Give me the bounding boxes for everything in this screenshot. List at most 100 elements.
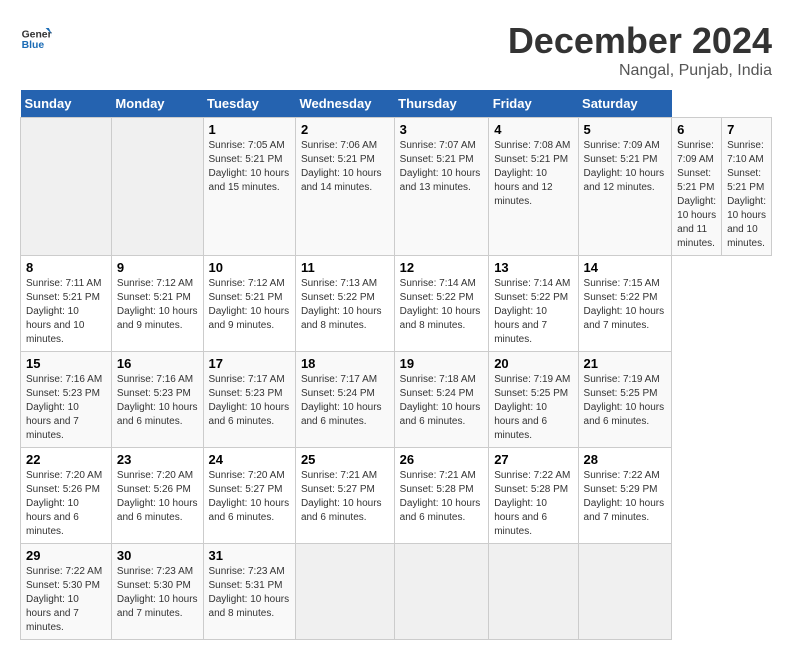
calendar-cell: 19 Sunrise: 7:18 AMSunset: 5:24 PMDayligh… [394,352,489,448]
day-number: 23 [117,452,198,467]
weekday-header-monday: Monday [111,90,203,118]
weekday-header-saturday: Saturday [578,90,672,118]
day-info: Sunrise: 7:19 AMSunset: 5:25 PMDaylight:… [584,373,667,429]
calendar-cell: 23 Sunrise: 7:20 AMSunset: 5:26 PMDayligh… [111,448,203,544]
weekday-header-sunday: Sunday [21,90,112,118]
calendar-cell: 29Sunrise: 7:22 AMSunset: 5:30 PMDayligh… [21,544,112,640]
day-number: 6 [677,122,716,137]
day-number: 31 [209,548,290,563]
calendar-cell: 11 Sunrise: 7:13 AMSunset: 5:22 PMDayligh… [295,256,394,352]
day-number: 30 [117,548,198,563]
day-number: 9 [117,260,198,275]
calendar-cell: 17 Sunrise: 7:17 AMSunset: 5:23 PMDayligh… [203,352,295,448]
calendar-cell: 24 Sunrise: 7:20 AMSunset: 5:27 PMDayligh… [203,448,295,544]
day-info: Sunrise: 7:22 AMSunset: 5:29 PMDaylight:… [584,469,667,525]
day-info: Sunrise: 7:23 AMSunset: 5:31 PMDaylight:… [209,565,290,621]
day-info: Sunrise: 7:20 AMSunset: 5:26 PMDaylight:… [26,469,106,539]
calendar-cell: 12Sunrise: 7:14 AMSunset: 5:22 PMDayligh… [394,256,489,352]
day-number: 3 [400,122,484,137]
day-number: 12 [400,260,484,275]
logo-icon: General Blue [20,20,52,52]
day-info: Sunrise: 7:17 AMSunset: 5:23 PMDaylight:… [209,373,290,429]
day-number: 1 [209,122,290,137]
calendar-cell: 15Sunrise: 7:16 AMSunset: 5:23 PMDayligh… [21,352,112,448]
calendar-cell: 2 Sunrise: 7:06 AMSunset: 5:21 PMDaylight… [295,118,394,256]
day-info: Sunrise: 7:20 AMSunset: 5:27 PMDaylight:… [209,469,290,525]
calendar-cell: 10 Sunrise: 7:12 AMSunset: 5:21 PMDayligh… [203,256,295,352]
day-number: 29 [26,548,106,563]
day-number: 10 [209,260,290,275]
calendar-cell: 20 Sunrise: 7:19 AMSunset: 5:25 PMDayligh… [489,352,578,448]
day-number: 19 [400,356,484,371]
calendar-cell: 1 Sunrise: 7:05 AMSunset: 5:21 PMDaylight… [203,118,295,256]
calendar-cell: 9 Sunrise: 7:12 AMSunset: 5:21 PMDaylight… [111,256,203,352]
day-info: Sunrise: 7:12 AMSunset: 5:21 PMDaylight:… [117,277,198,333]
day-info: Sunrise: 7:23 AMSunset: 5:30 PMDaylight:… [117,565,198,621]
calendar-cell: 5 Sunrise: 7:09 AMSunset: 5:21 PMDaylight… [578,118,672,256]
day-number: 11 [301,260,389,275]
calendar-week-row: 29Sunrise: 7:22 AMSunset: 5:30 PMDayligh… [21,544,772,640]
day-number: 20 [494,356,572,371]
calendar-cell: 21Sunrise: 7:19 AMSunset: 5:25 PMDayligh… [578,352,672,448]
calendar-cell: 27 Sunrise: 7:22 AMSunset: 5:28 PMDayligh… [489,448,578,544]
calendar-cell: 22 Sunrise: 7:20 AMSunset: 5:26 PMDayligh… [21,448,112,544]
calendar-cell [111,118,203,256]
day-info: Sunrise: 7:13 AMSunset: 5:22 PMDaylight:… [301,277,389,333]
calendar-cell: 31 Sunrise: 7:23 AMSunset: 5:31 PMDayligh… [203,544,295,640]
calendar-cell: 3 Sunrise: 7:07 AMSunset: 5:21 PMDaylight… [394,118,489,256]
calendar-cell: 18 Sunrise: 7:17 AMSunset: 5:24 PMDayligh… [295,352,394,448]
weekday-header-thursday: Thursday [394,90,489,118]
day-number: 5 [584,122,667,137]
page-header: General Blue December 2024 Nangal, Punja… [20,20,772,80]
title-section: December 2024 Nangal, Punjab, India [508,20,772,80]
calendar-cell: 6Sunrise: 7:09 AMSunset: 5:21 PMDaylight… [672,118,722,256]
svg-text:General: General [22,30,52,41]
calendar-cell [295,544,394,640]
weekday-header-tuesday: Tuesday [203,90,295,118]
day-number: 28 [584,452,667,467]
day-number: 16 [117,356,198,371]
calendar-cell: 25 Sunrise: 7:21 AMSunset: 5:27 PMDayligh… [295,448,394,544]
day-number: 22 [26,452,106,467]
day-info: Sunrise: 7:20 AMSunset: 5:26 PMDaylight:… [117,469,198,525]
calendar-week-row: 22 Sunrise: 7:20 AMSunset: 5:26 PMDayligh… [21,448,772,544]
day-number: 27 [494,452,572,467]
calendar-cell: 7Sunrise: 7:10 AMSunset: 5:21 PMDaylight… [722,118,772,256]
day-info: Sunrise: 7:22 AMSunset: 5:28 PMDaylight:… [494,469,572,539]
day-number: 8 [26,260,106,275]
day-number: 2 [301,122,389,137]
day-number: 24 [209,452,290,467]
day-number: 25 [301,452,389,467]
day-info: Sunrise: 7:17 AMSunset: 5:24 PMDaylight:… [301,373,389,429]
day-number: 26 [400,452,484,467]
day-number: 13 [494,260,572,275]
day-number: 4 [494,122,572,137]
calendar-cell [489,544,578,640]
day-info: Sunrise: 7:16 AMSunset: 5:23 PMDaylight:… [117,373,198,429]
svg-text:Blue: Blue [22,40,45,51]
calendar-cell: 28 Sunrise: 7:22 AMSunset: 5:29 PMDayligh… [578,448,672,544]
day-number: 17 [209,356,290,371]
day-info: Sunrise: 7:14 AMSunset: 5:22 PMDaylight:… [494,277,572,347]
logo: General Blue [20,20,52,52]
calendar-cell: 30 Sunrise: 7:23 AMSunset: 5:30 PMDayligh… [111,544,203,640]
day-info: Sunrise: 7:07 AMSunset: 5:21 PMDaylight:… [400,139,484,195]
day-info: Sunrise: 7:21 AMSunset: 5:28 PMDaylight:… [400,469,484,525]
day-info: Sunrise: 7:05 AMSunset: 5:21 PMDaylight:… [209,139,290,195]
calendar-week-row: 8 Sunrise: 7:11 AMSunset: 5:21 PMDaylight… [21,256,772,352]
calendar-cell: 8 Sunrise: 7:11 AMSunset: 5:21 PMDaylight… [21,256,112,352]
calendar-week-row: 15Sunrise: 7:16 AMSunset: 5:23 PMDayligh… [21,352,772,448]
day-info: Sunrise: 7:06 AMSunset: 5:21 PMDaylight:… [301,139,389,195]
day-info: Sunrise: 7:18 AMSunset: 5:24 PMDaylight:… [400,373,484,429]
day-number: 18 [301,356,389,371]
calendar-cell: 26 Sunrise: 7:21 AMSunset: 5:28 PMDayligh… [394,448,489,544]
day-info: Sunrise: 7:21 AMSunset: 5:27 PMDaylight:… [301,469,389,525]
day-info: Sunrise: 7:12 AMSunset: 5:21 PMDaylight:… [209,277,290,333]
calendar-cell: 4Sunrise: 7:08 AMSunset: 5:21 PMDaylight… [489,118,578,256]
weekday-header-friday: Friday [489,90,578,118]
day-info: Sunrise: 7:11 AMSunset: 5:21 PMDaylight:… [26,277,106,347]
day-number: 14 [584,260,667,275]
day-info: Sunrise: 7:09 AMSunset: 5:21 PMDaylight:… [584,139,667,195]
calendar-cell [578,544,672,640]
day-info: Sunrise: 7:19 AMSunset: 5:25 PMDaylight:… [494,373,572,443]
